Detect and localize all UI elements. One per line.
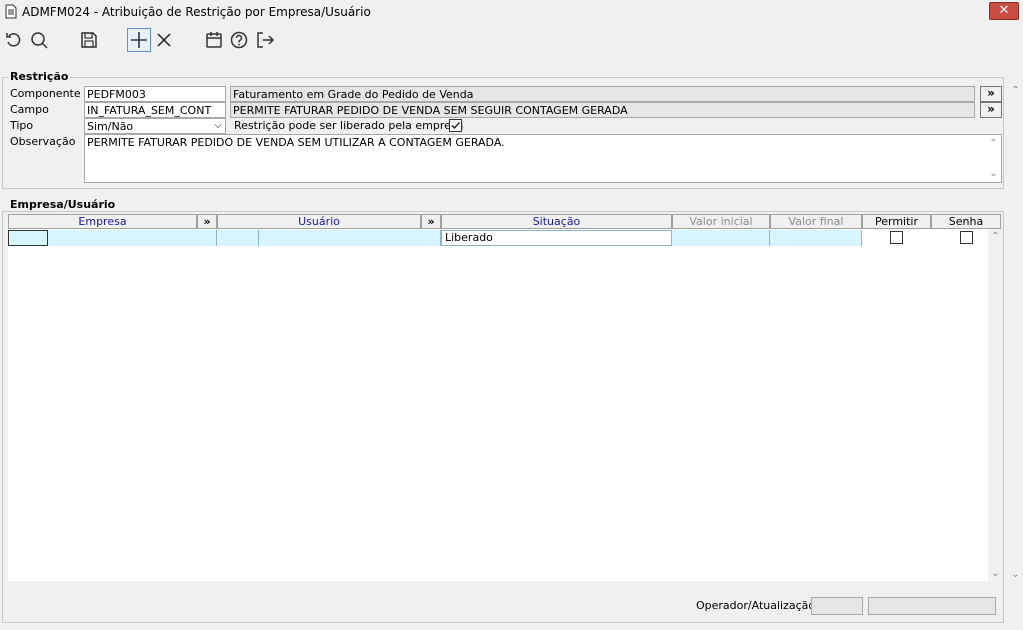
- row-empresa-name[interactable]: [48, 230, 217, 246]
- document-icon: [5, 4, 17, 19]
- restricao-legend: Restrição: [8, 70, 71, 83]
- column-valor-inicial[interactable]: Valor inicial: [672, 214, 770, 229]
- componente-description: Faturamento em Grade do Pedido de Venda: [230, 86, 975, 102]
- row-empresa-code[interactable]: [8, 230, 48, 246]
- tipo-value: Sim/Não: [87, 120, 134, 133]
- scroll-up-icon[interactable]: ⌃: [988, 231, 1003, 242]
- help-icon[interactable]: [229, 30, 249, 50]
- operador-label: Operador/Atualização: [696, 599, 816, 612]
- undo-icon[interactable]: [4, 30, 24, 50]
- row-valor-final[interactable]: [770, 230, 862, 246]
- column-empresa[interactable]: Empresa: [8, 214, 197, 229]
- delete-icon[interactable]: [154, 30, 174, 50]
- grid-scrollbar[interactable]: ⌃ ⌄: [988, 229, 1003, 581]
- save-icon[interactable]: [79, 30, 99, 50]
- empresa-usuario-legend: Empresa/Usuário: [8, 198, 118, 211]
- usuario-lookup-button[interactable]: »: [421, 214, 441, 229]
- componente-input[interactable]: PEDFM003: [84, 86, 226, 102]
- liberado-label: Restrição pode ser liberado pela empresa: [234, 119, 464, 132]
- window-scrollbar[interactable]: ⌃ ⌄: [1008, 85, 1023, 580]
- campo-input[interactable]: IN_FATURA_SEM_CONT: [84, 102, 226, 118]
- empresa-lookup-button[interactable]: »: [197, 214, 217, 229]
- observacao-textarea[interactable]: PERMITE FATURAR PEDIDO DE VENDA SEM UTIL…: [84, 134, 1002, 183]
- tipo-select[interactable]: Sim/Não ⌵: [84, 118, 226, 134]
- chevron-down-icon: ⌵: [214, 120, 222, 131]
- scroll-down-icon[interactable]: ⌄: [1008, 569, 1023, 580]
- operador-field: [811, 597, 863, 615]
- column-senha[interactable]: Senha: [931, 214, 1001, 229]
- check-icon: [451, 122, 461, 130]
- grid-body: [8, 229, 988, 581]
- row-senha-checkbox[interactable]: [960, 231, 973, 244]
- close-icon: ✕: [998, 3, 1010, 18]
- calendar-icon[interactable]: [204, 30, 224, 50]
- search-icon[interactable]: [29, 30, 49, 50]
- row-valor-inicial[interactable]: [672, 230, 770, 246]
- scroll-up-icon[interactable]: ⌃: [1008, 85, 1023, 96]
- row-usuario-code[interactable]: [217, 230, 259, 246]
- componente-lookup-button[interactable]: »: [980, 86, 1002, 102]
- observacao-label: Observação: [10, 135, 76, 148]
- campo-description: PERMITE FATURAR PEDIDO DE VENDA SEM SEGU…: [230, 102, 975, 118]
- campo-label: Campo: [10, 103, 49, 116]
- column-valor-final[interactable]: Valor final: [770, 214, 862, 229]
- title-bar: ADMFM024 - Atribuição de Restrição por E…: [0, 0, 1023, 24]
- row-usuario-name[interactable]: [259, 230, 441, 246]
- scroll-down-icon[interactable]: ⌄: [988, 568, 1003, 579]
- close-button[interactable]: ✕: [989, 2, 1019, 20]
- row-permitir-checkbox[interactable]: [890, 231, 903, 244]
- liberado-checkbox[interactable]: [449, 119, 462, 132]
- column-usuario[interactable]: Usuário: [217, 214, 421, 229]
- observacao-value: PERMITE FATURAR PEDIDO DE VENDA SEM UTIL…: [87, 136, 505, 149]
- scroll-up-icon[interactable]: ⌃: [986, 137, 1001, 150]
- column-situacao[interactable]: Situação: [441, 214, 672, 229]
- exit-icon[interactable]: [255, 30, 275, 50]
- row-situacao[interactable]: Liberado: [441, 230, 672, 246]
- window-title: ADMFM024 - Atribuição de Restrição por E…: [22, 5, 371, 19]
- atualizacao-field: [868, 597, 996, 615]
- componente-label: Componente: [10, 87, 81, 100]
- campo-lookup-button[interactable]: »: [980, 102, 1002, 118]
- scroll-down-icon[interactable]: ⌄: [986, 167, 1001, 180]
- tipo-label: Tipo: [10, 119, 34, 132]
- column-permitir[interactable]: Permitir: [862, 214, 931, 229]
- add-icon[interactable]: [127, 28, 151, 52]
